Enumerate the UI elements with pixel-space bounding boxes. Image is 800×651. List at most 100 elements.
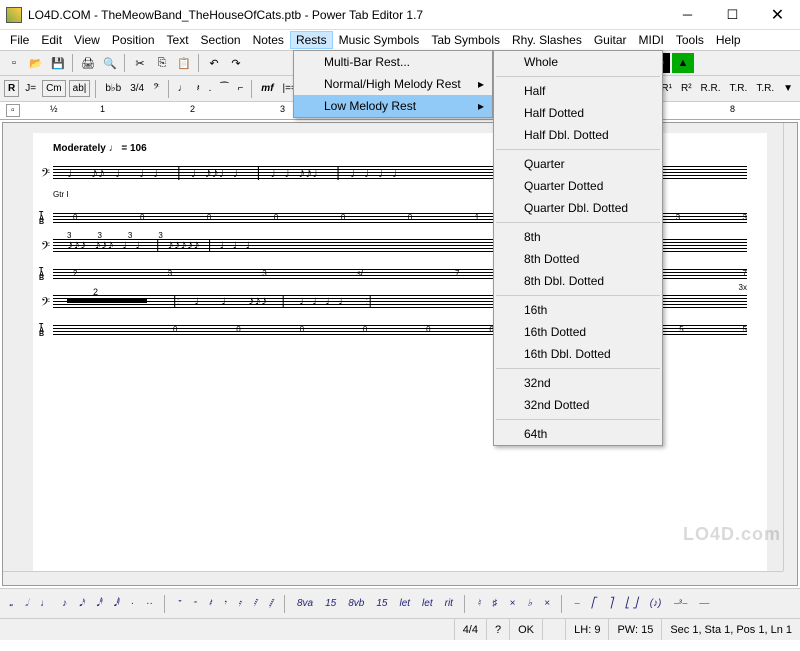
rest-16th-icon[interactable]: 𝄿 [235,598,244,609]
maximize-button[interactable]: ☐ [710,1,755,29]
clef-btn[interactable]: 𝄢 [150,81,162,96]
save-icon[interactable]: 💾 [48,53,68,73]
submenu-whole[interactable]: Whole [494,51,662,73]
tr-btn[interactable]: T.R. [727,81,751,96]
rest-8th-icon[interactable]: 𝄾 [221,598,230,609]
redo-icon[interactable]: ↷ [226,53,246,73]
text-btn[interactable]: ab| [69,80,91,97]
submenu-16th-dotted[interactable]: 16th Dotted [494,321,662,343]
submenu-16th-dbl-dotted[interactable]: 16th Dbl. Dotted [494,343,662,365]
menu-edit[interactable]: Edit [35,31,68,49]
menu-normal-high-melody-rest[interactable]: Normal/High Melody Rest ▸ [294,73,492,95]
ghost-note-icon[interactable]: (♪) [647,598,665,609]
flat-icon[interactable]: ♭ [524,598,535,609]
15mb-icon[interactable]: 15 [373,598,390,609]
menu-guitar[interactable]: Guitar [588,31,633,49]
fermata-icon[interactable]: ⎣ ⎦ [622,598,641,609]
dot-icon[interactable]: · [128,598,137,609]
rr-btn[interactable]: R.R. [698,81,724,96]
tempo-btn[interactable]: J= [22,81,39,96]
submenu-quarter-dotted[interactable]: Quarter Dotted [494,175,662,197]
submenu-16th[interactable]: 16th [494,299,662,321]
irreg-btn[interactable]: ⌐ [234,81,246,96]
close-button[interactable]: ✕ [755,1,800,29]
submenu-32nd-dotted[interactable]: 32nd Dotted [494,394,662,416]
beam-start-icon[interactable]: ⎡ [588,598,599,609]
dblflat-icon[interactable]: × [541,598,553,609]
rest-quarter-icon[interactable]: 𝄽 [205,598,214,609]
submenu-half-dbl-dotted[interactable]: Half Dbl. Dotted [494,124,662,146]
natural-icon[interactable]: ♮ [474,598,484,609]
note-quarter-icon[interactable]: ♩ [37,598,53,609]
minimize-button[interactable]: ─ [665,1,710,29]
score-canvas[interactable]: Moderately ♩ = 106 𝄢 ♩♪♪♩♩♩|♩♪♪♩♩|♩♩♪♪♩|… [2,122,798,586]
submenu-half[interactable]: Half [494,80,662,102]
rest-btn[interactable]: 𝄽 [194,81,203,96]
sharp-icon[interactable]: ♯ [490,598,501,609]
undo-icon[interactable]: ↶ [204,53,224,73]
cut-icon[interactable]: ✂ [130,53,150,73]
copy-icon[interactable]: ⎘ [152,53,172,73]
letring2-icon[interactable]: let [419,598,436,609]
dblsharp-icon[interactable]: × [507,598,519,609]
dot-btn[interactable]: . [206,81,215,96]
new-icon[interactable]: ▫ [4,53,24,73]
menu-notes[interactable]: Notes [247,31,290,49]
scrollbar-horizontal[interactable] [3,571,783,585]
8vb-icon[interactable]: 8vb [345,598,367,609]
rest-whole-icon[interactable]: 𝄻 [174,598,184,609]
15ma-icon[interactable]: 15 [322,598,339,609]
note-btn[interactable]: ♩ [175,81,191,96]
submenu-quarter[interactable]: Quarter [494,153,662,175]
note-64th-icon[interactable]: 𝅘𝅥𝅱 [111,598,122,609]
note-16th-icon[interactable]: 𝅘𝅥𝅯 [76,598,87,609]
note-8th-icon[interactable]: ♪ [59,598,70,609]
note-32nd-icon[interactable]: 𝅘𝅥𝅰 [93,598,104,609]
note-half-icon[interactable]: 𝅗𝅥 [22,598,31,609]
beam-end-icon[interactable]: ⎤ [605,598,616,609]
irregular-icon[interactable]: ⎯⎯ [696,598,712,609]
tie-btn[interactable]: ⁀ [217,81,231,96]
menu-midi[interactable]: MIDI [633,31,670,49]
submenu-8th-dotted[interactable]: 8th Dotted [494,248,662,270]
tr2-btn[interactable]: T.R. [753,81,777,96]
menu-rests[interactable]: Rests [290,31,333,49]
menu-low-melody-rest[interactable]: Low Melody Rest ▸ [294,95,492,117]
rehearsal-mark[interactable]: R [4,80,19,97]
letring1-icon[interactable]: let [396,598,413,609]
double-dot-icon[interactable]: ·· [143,598,156,609]
chord-btn[interactable]: Cm [42,80,66,97]
rest-32nd-icon[interactable]: 𝅀 [250,598,260,609]
metronome-icon[interactable]: ▲ [672,53,694,73]
menu-position[interactable]: Position [106,31,161,49]
submenu-64th[interactable]: 64th [494,423,662,445]
submenu-half-dotted[interactable]: Half Dotted [494,102,662,124]
dynamic-btn[interactable]: mf [258,81,276,96]
r2-btn[interactable]: R² [678,81,695,96]
menu-multibar-rest[interactable]: Multi-Bar Rest... [294,51,492,73]
menu-section[interactable]: Section [195,31,247,49]
preview-icon[interactable]: 🔍 [100,53,120,73]
submenu-quarter-dbl-dotted[interactable]: Quarter Dbl. Dotted [494,197,662,219]
menu-music-symbols[interactable]: Music Symbols [333,31,426,49]
rest-half-icon[interactable]: 𝄼 [190,598,200,609]
menu-tools[interactable]: Tools [670,31,710,49]
arrow-down-icon[interactable]: ▼ [780,81,796,96]
tie-icon[interactable]: ⎯ [571,598,582,609]
print-icon[interactable]: 🖨 [78,53,98,73]
menu-tab-symbols[interactable]: Tab Symbols [425,31,506,49]
submenu-8th-dbl-dotted[interactable]: 8th Dbl. Dotted [494,270,662,292]
submenu-32nd[interactable]: 32nd [494,372,662,394]
menu-text[interactable]: Text [161,31,195,49]
8va-icon[interactable]: 8va [294,598,316,609]
paste-icon[interactable]: 📋 [174,53,194,73]
rest-64th-icon[interactable]: 𝅁 [266,598,276,609]
menu-file[interactable]: File [4,31,35,49]
menu-view[interactable]: View [68,31,106,49]
note-whole-icon[interactable]: 𝅝 [6,598,16,609]
menu-rhy-slashes[interactable]: Rhy. Slashes [506,31,588,49]
menu-help[interactable]: Help [710,31,747,49]
triplet-icon[interactable]: ⎯³⎯ [670,598,689,609]
timesig-btn[interactable]: 3/4 [127,81,147,96]
open-icon[interactable]: 📂 [26,53,46,73]
